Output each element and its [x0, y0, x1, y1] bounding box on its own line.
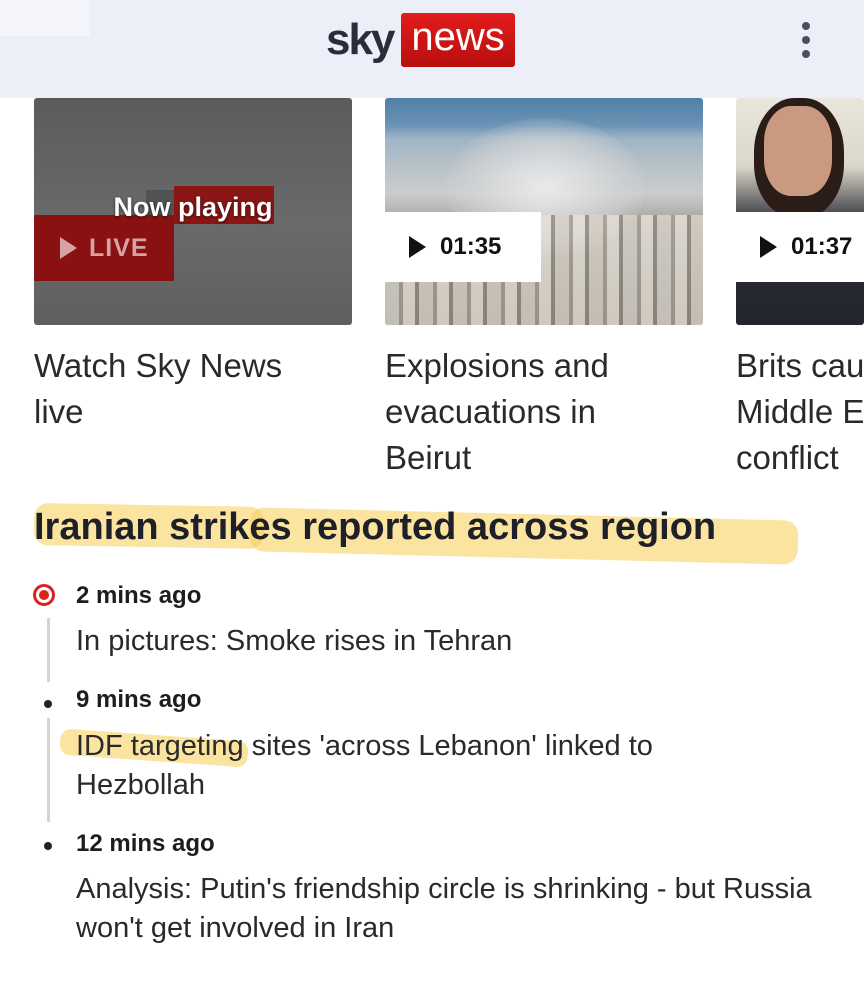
- card-title[interactable]: Watch Sky News live: [34, 343, 334, 435]
- story-headline[interactable]: Iranian strikes reported across region: [34, 506, 716, 549]
- duration-label: 01:37: [791, 233, 853, 260]
- carousel-card-brits[interactable]: 01:37 Brits cau Middle E conflict: [736, 98, 864, 481]
- logo-news-text: news: [401, 13, 515, 67]
- entry-time: 9 mins ago: [76, 686, 202, 713]
- carousel-card-live[interactable]: LIVE Now playing Watch Sky News live: [34, 98, 352, 435]
- play-icon: [760, 236, 777, 258]
- bullet-icon: [44, 700, 52, 708]
- entry-link[interactable]: IDF targeting sites 'across Lebanon' lin…: [76, 727, 776, 805]
- carousel-card-beirut[interactable]: 01:35 Explosions and evacuations in Beir…: [385, 98, 703, 481]
- vertical-dots-icon[interactable]: [792, 20, 820, 60]
- entry-time: 12 mins ago: [76, 830, 215, 857]
- logo-sky-text: sky: [326, 15, 395, 64]
- card-title[interactable]: Brits cau Middle E conflict: [736, 343, 864, 481]
- live-badge: LIVE: [34, 215, 174, 281]
- entry-time: 2 mins ago: [76, 582, 202, 609]
- live-badge-label: LIVE: [89, 233, 149, 262]
- bullet-icon: [44, 842, 52, 850]
- entry-link[interactable]: In pictures: Smoke rises in Tehran: [76, 622, 836, 661]
- sky-news-logo[interactable]: sky news: [326, 13, 515, 67]
- video-duration-badge: 01:37: [736, 212, 864, 282]
- app-header: sky news: [0, 0, 864, 98]
- beirut-thumbnail[interactable]: 01:35: [385, 98, 703, 325]
- duration-label: 01:35: [440, 233, 502, 260]
- card-title[interactable]: Explosions and evacuations in Beirut: [385, 343, 685, 481]
- entry-link[interactable]: Analysis: Putin's friendship circle is s…: [76, 870, 816, 948]
- live-thumbnail[interactable]: LIVE Now playing: [34, 98, 352, 325]
- timeline-line: [47, 618, 50, 682]
- live-indicator-icon: [33, 584, 55, 606]
- timeline-line: [47, 718, 50, 822]
- now-playing-label: Now playing: [113, 192, 273, 222]
- video-duration-badge: 01:35: [385, 212, 541, 282]
- header-left-block: [0, 0, 90, 36]
- play-icon: [409, 236, 426, 258]
- play-icon: [60, 237, 77, 259]
- brits-thumbnail[interactable]: 01:37: [736, 98, 864, 325]
